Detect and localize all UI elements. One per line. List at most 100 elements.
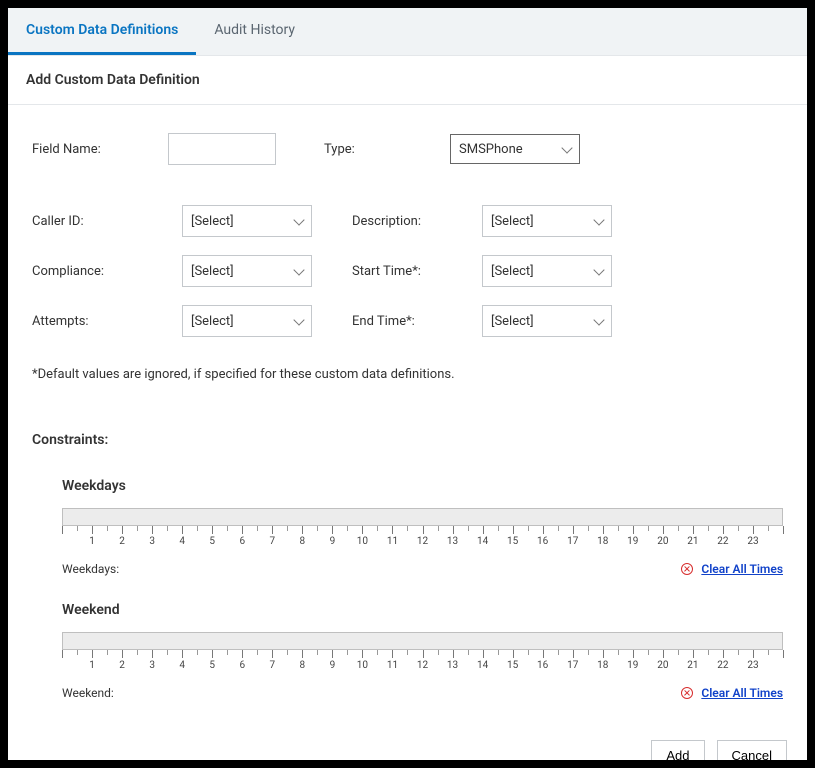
select-end-time[interactable]: [Select] — [482, 305, 612, 337]
hour-label: 11 — [387, 660, 398, 671]
section-weekend: Weekend 12345678910111213141516171819202… — [32, 602, 783, 700]
hour-label: 7 — [269, 660, 275, 671]
clear-icon[interactable] — [681, 563, 693, 575]
chevron-down-icon — [293, 264, 304, 275]
label-attempts: Attempts: — [32, 314, 182, 329]
hour-label: 6 — [239, 536, 245, 547]
hour-label: 13 — [447, 660, 458, 671]
hour-label: 16 — [537, 536, 548, 547]
chevron-down-icon — [293, 214, 304, 225]
select-compliance[interactable]: [Select] — [182, 255, 312, 287]
select-attempts[interactable]: [Select] — [182, 305, 312, 337]
clear-all-times-weekdays[interactable]: Clear All Times — [701, 562, 783, 576]
dialog-footer: Add Cancel — [8, 720, 807, 760]
tab-audit-history[interactable]: Audit History — [196, 8, 313, 55]
hour-label: 13 — [447, 536, 458, 547]
chevron-down-icon — [561, 142, 572, 153]
select-description[interactable]: [Select] — [482, 205, 612, 237]
hour-label: 10 — [357, 536, 368, 547]
field-grid: Caller ID: [Select] Description: [Select… — [32, 205, 783, 337]
hour-label: 2 — [119, 536, 125, 547]
label-field-name: Field Name: — [32, 142, 168, 157]
select-type-value: SMSPhone — [459, 142, 523, 157]
hour-label: 15 — [507, 660, 518, 671]
weekend-title: Weekend — [62, 602, 783, 618]
label-caller-id: Caller ID: — [32, 214, 182, 229]
hour-label: 23 — [747, 536, 758, 547]
hour-label: 22 — [717, 536, 728, 547]
weekend-timeline[interactable] — [62, 632, 783, 650]
hour-label: 6 — [239, 660, 245, 671]
hour-label: 20 — [657, 536, 668, 547]
hour-label: 22 — [717, 660, 728, 671]
hour-label: 17 — [567, 536, 578, 547]
hour-label: 23 — [747, 660, 758, 671]
weekend-footer: Weekend: Clear All Times — [62, 686, 783, 700]
hour-label: 18 — [597, 660, 608, 671]
label-compliance: Compliance: — [32, 264, 182, 279]
hour-label: 19 — [627, 536, 638, 547]
hour-label: 3 — [149, 660, 155, 671]
hour-label: 10 — [357, 660, 368, 671]
note-default-values: *Default values are ignored, if specifie… — [32, 367, 783, 382]
select-description-value: [Select] — [491, 214, 534, 229]
weekdays-footer-label: Weekdays: — [62, 562, 119, 576]
label-end-time: End Time*: — [352, 314, 482, 329]
label-start-time: Start Time*: — [352, 264, 482, 279]
select-start-time-value: [Select] — [491, 264, 534, 279]
hour-label: 14 — [477, 660, 488, 671]
chevron-down-icon — [593, 214, 604, 225]
row-top: Field Name: Type: SMSPhone — [32, 133, 783, 165]
chevron-down-icon — [593, 314, 604, 325]
weekdays-timeline[interactable] — [62, 508, 783, 526]
hour-label: 17 — [567, 660, 578, 671]
hour-label: 5 — [209, 660, 215, 671]
hour-label: 2 — [119, 660, 125, 671]
label-type: Type: — [324, 142, 450, 157]
input-field-name[interactable] — [168, 133, 276, 165]
chevron-down-icon — [293, 314, 304, 325]
chevron-down-icon — [593, 264, 604, 275]
select-end-time-value: [Select] — [491, 314, 534, 329]
hour-label: 4 — [179, 660, 185, 671]
form-content: Field Name: Type: SMSPhone Caller ID: [S… — [8, 105, 807, 720]
dialog-window: Custom Data Definitions Audit History Ad… — [8, 8, 807, 760]
hour-label: 8 — [300, 660, 306, 671]
hour-label: 5 — [209, 536, 215, 547]
hour-label: 7 — [269, 536, 275, 547]
section-weekdays: Weekdays 1234567891011121314151617181920… — [32, 478, 783, 576]
select-caller-id[interactable]: [Select] — [182, 205, 312, 237]
hour-label: 9 — [330, 660, 336, 671]
cancel-button[interactable]: Cancel — [717, 740, 787, 760]
page-title: Add Custom Data Definition — [8, 56, 807, 105]
weekdays-ruler: 1234567891011121314151617181920212223 — [62, 526, 783, 556]
hour-label: 1 — [89, 660, 95, 671]
hour-label: 14 — [477, 536, 488, 547]
clear-all-times-weekend[interactable]: Clear All Times — [701, 686, 783, 700]
hour-label: 18 — [597, 536, 608, 547]
select-caller-id-value: [Select] — [191, 214, 234, 229]
tab-custom-data-definitions[interactable]: Custom Data Definitions — [8, 8, 196, 55]
select-start-time[interactable]: [Select] — [482, 255, 612, 287]
select-attempts-value: [Select] — [191, 314, 234, 329]
select-compliance-value: [Select] — [191, 264, 234, 279]
clear-icon[interactable] — [681, 687, 693, 699]
hour-label: 20 — [657, 660, 668, 671]
weekdays-footer: Weekdays: Clear All Times — [62, 562, 783, 576]
hour-label: 3 — [149, 536, 155, 547]
hour-label: 16 — [537, 660, 548, 671]
tab-bar: Custom Data Definitions Audit History — [8, 8, 807, 56]
hour-label: 12 — [417, 660, 428, 671]
weekend-footer-label: Weekend: — [62, 686, 114, 700]
hour-label: 1 — [89, 536, 95, 547]
select-type[interactable]: SMSPhone — [450, 134, 580, 164]
label-description: Description: — [352, 214, 482, 229]
hour-label: 8 — [300, 536, 306, 547]
hour-label: 9 — [330, 536, 336, 547]
hour-label: 12 — [417, 536, 428, 547]
hour-label: 4 — [179, 536, 185, 547]
constraints-heading: Constraints: — [32, 432, 783, 448]
weekend-ruler: 1234567891011121314151617181920212223 — [62, 650, 783, 680]
hour-label: 19 — [627, 660, 638, 671]
add-button[interactable]: Add — [651, 740, 704, 760]
